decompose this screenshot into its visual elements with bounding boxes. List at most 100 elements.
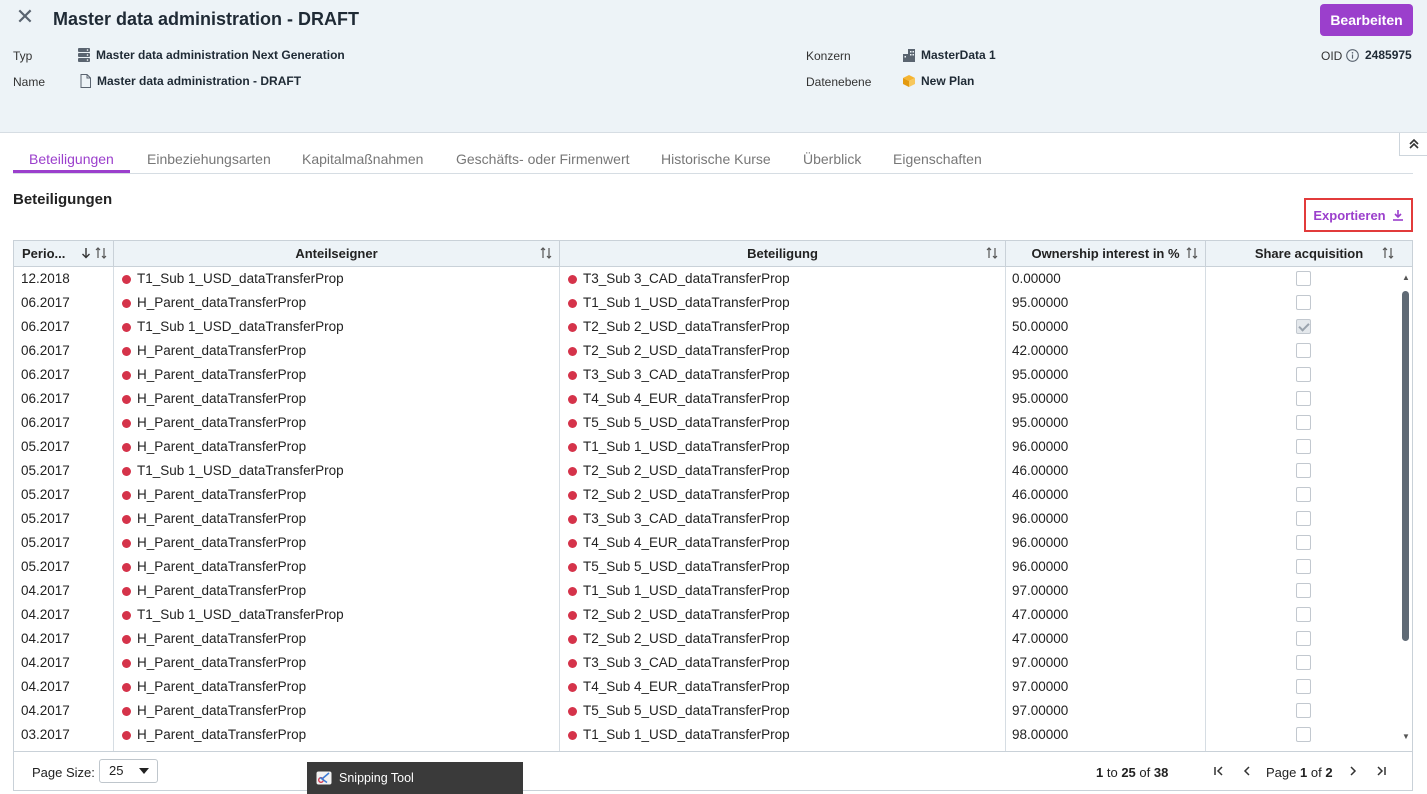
share-acquisition-checkbox[interactable] (1296, 727, 1311, 742)
share-acquisition-checkbox[interactable] (1296, 559, 1311, 574)
close-icon[interactable]: ✕ (15, 4, 35, 30)
owner-cell[interactable]: H_Parent_dataTransferProp (122, 387, 306, 411)
tab-goodwill[interactable]: Geschäfts- oder Firmenwert (456, 151, 630, 167)
table-row[interactable]: 04.2017 T1_Sub 1_USD_dataTransferProp T2_S… (14, 603, 1399, 627)
table-row[interactable]: 04.2017 H_Parent_dataTransferProp T1_Sub 1… (14, 579, 1399, 603)
share-acquisition-checkbox[interactable] (1296, 487, 1311, 502)
snipping-tool-taskbar-item[interactable]: Snipping Tool (307, 762, 523, 794)
tab-einbeziehungsarten[interactable]: Einbeziehungsarten (147, 151, 271, 167)
owner-cell[interactable]: H_Parent_dataTransferProp (122, 699, 306, 723)
table-row[interactable]: 05.2017 H_Parent_dataTransferProp T3_Sub 3… (14, 507, 1399, 531)
table-row[interactable]: 05.2017 H_Parent_dataTransferProp T5_Sub 5… (14, 555, 1399, 579)
first-page-button[interactable] (1211, 763, 1227, 779)
table-row[interactable]: 06.2017 H_Parent_dataTransferProp T5_Sub 5… (14, 411, 1399, 435)
holding-cell[interactable]: T2_Sub 2_USD_dataTransferProp (568, 603, 790, 627)
holding-cell[interactable]: T5_Sub 5_USD_dataTransferProp (568, 555, 790, 579)
holding-cell[interactable]: T1_Sub 1_USD_dataTransferProp (568, 723, 790, 747)
column-header-share-acquisition[interactable]: Share acquisition (1206, 241, 1412, 266)
holding-cell[interactable]: T2_Sub 2_USD_dataTransferProp (568, 339, 790, 363)
table-row[interactable]: 05.2017 H_Parent_dataTransferProp T1_Sub 1… (14, 435, 1399, 459)
holding-cell[interactable]: T4_Sub 4_EUR_dataTransferProp (568, 387, 790, 411)
column-sort-filter-icon[interactable] (986, 247, 998, 259)
holding-cell[interactable]: T3_Sub 3_CAD_dataTransferProp (568, 363, 790, 387)
share-acquisition-checkbox[interactable] (1296, 319, 1311, 334)
owner-cell[interactable]: T1_Sub 1_USD_dataTransferProp (122, 459, 344, 483)
holding-cell[interactable]: T1_Sub 1_USD_dataTransferProp (568, 579, 790, 603)
owner-cell[interactable]: H_Parent_dataTransferProp (122, 483, 306, 507)
share-acquisition-checkbox[interactable] (1296, 655, 1311, 670)
owner-cell[interactable]: T1_Sub 1_USD_dataTransferProp (122, 267, 344, 291)
column-sort-filter-icon[interactable] (540, 247, 552, 259)
table-row[interactable]: 04.2017 H_Parent_dataTransferProp T4_Sub 4… (14, 675, 1399, 699)
owner-cell[interactable]: H_Parent_dataTransferProp (122, 651, 306, 675)
table-row[interactable]: 04.2017 H_Parent_dataTransferProp T3_Sub 3… (14, 651, 1399, 675)
share-acquisition-checkbox[interactable] (1296, 679, 1311, 694)
owner-cell[interactable]: H_Parent_dataTransferProp (122, 723, 306, 747)
table-row[interactable]: 05.2017 H_Parent_dataTransferProp T2_Sub 2… (14, 483, 1399, 507)
share-acquisition-checkbox[interactable] (1296, 391, 1311, 406)
share-acquisition-checkbox[interactable] (1296, 439, 1311, 454)
owner-cell[interactable]: H_Parent_dataTransferProp (122, 435, 306, 459)
column-sort-filter-icon[interactable] (1186, 247, 1198, 259)
info-icon[interactable] (1346, 48, 1359, 62)
table-row[interactable]: 06.2017 T1_Sub 1_USD_dataTransferProp T2_S… (14, 315, 1399, 339)
share-acquisition-checkbox[interactable] (1296, 511, 1311, 526)
share-acquisition-checkbox[interactable] (1296, 463, 1311, 478)
owner-cell[interactable]: H_Parent_dataTransferProp (122, 363, 306, 387)
owner-cell[interactable]: H_Parent_dataTransferProp (122, 291, 306, 315)
owner-cell[interactable]: H_Parent_dataTransferProp (122, 675, 306, 699)
table-row[interactable]: 03.2017 H_Parent_dataTransferProp T1_Sub 1… (14, 723, 1399, 747)
owner-cell[interactable]: H_Parent_dataTransferProp (122, 411, 306, 435)
holding-cell[interactable]: T2_Sub 2_USD_dataTransferProp (568, 315, 790, 339)
column-header-anteilseigner[interactable]: Anteilseigner (114, 241, 560, 266)
holding-cell[interactable]: T3_Sub 3_CAD_dataTransferProp (568, 651, 790, 675)
table-row[interactable]: 06.2017 H_Parent_dataTransferProp T2_Sub 2… (14, 339, 1399, 363)
next-page-button[interactable] (1345, 763, 1361, 779)
table-row[interactable]: 06.2017 H_Parent_dataTransferProp T1_Sub 1… (14, 291, 1399, 315)
tab-historische-kurse[interactable]: Historische Kurse (661, 151, 771, 167)
holding-cell[interactable]: T4_Sub 4_EUR_dataTransferProp (568, 531, 790, 555)
owner-cell[interactable]: H_Parent_dataTransferProp (122, 555, 306, 579)
share-acquisition-checkbox[interactable] (1296, 415, 1311, 430)
tab-kapitalmassnahmen[interactable]: Kapitalmaßnahmen (302, 151, 423, 167)
share-acquisition-checkbox[interactable] (1296, 703, 1311, 718)
owner-cell[interactable]: H_Parent_dataTransferProp (122, 531, 306, 555)
scroll-down-icon[interactable]: ▼ (1401, 732, 1411, 742)
owner-cell[interactable]: H_Parent_dataTransferProp (122, 507, 306, 531)
holding-cell[interactable]: T4_Sub 4_EUR_dataTransferProp (568, 675, 790, 699)
previous-page-button[interactable] (1239, 763, 1255, 779)
owner-cell[interactable]: T1_Sub 1_USD_dataTransferProp (122, 315, 344, 339)
table-row[interactable]: 06.2017 H_Parent_dataTransferProp T4_Sub 4… (14, 387, 1399, 411)
page-size-select[interactable]: 25 (99, 759, 158, 783)
owner-cell[interactable]: H_Parent_dataTransferProp (122, 579, 306, 603)
table-row[interactable]: 04.2017 H_Parent_dataTransferProp T2_Sub 2… (14, 627, 1399, 651)
export-button[interactable]: Exportieren (1304, 198, 1413, 232)
share-acquisition-checkbox[interactable] (1296, 631, 1311, 646)
last-page-button[interactable] (1373, 763, 1389, 779)
holding-cell[interactable]: T2_Sub 2_USD_dataTransferProp (568, 459, 790, 483)
share-acquisition-checkbox[interactable] (1296, 343, 1311, 358)
scroll-up-icon[interactable]: ▲ (1401, 273, 1411, 283)
table-row[interactable]: 06.2017 H_Parent_dataTransferProp T3_Sub 3… (14, 363, 1399, 387)
edit-button[interactable]: Bearbeiten (1320, 4, 1413, 36)
share-acquisition-checkbox[interactable] (1296, 295, 1311, 310)
scrollbar-thumb[interactable] (1402, 291, 1409, 641)
sort-desc-icon[interactable] (80, 247, 92, 259)
column-header-ownership[interactable]: Ownership interest in % (1006, 241, 1206, 266)
holding-cell[interactable]: T3_Sub 3_CAD_dataTransferProp (568, 507, 790, 531)
tab-ueberblick[interactable]: Überblick (803, 151, 861, 167)
table-row[interactable]: 12.2018 T1_Sub 1_USD_dataTransferProp T3_S… (14, 267, 1399, 291)
tab-beteiligungen[interactable]: Beteiligungen (29, 151, 114, 167)
owner-cell[interactable]: T1_Sub 1_USD_dataTransferProp (122, 603, 344, 627)
share-acquisition-checkbox[interactable] (1296, 583, 1311, 598)
holding-cell[interactable]: T3_Sub 3_CAD_dataTransferProp (568, 267, 790, 291)
column-sort-filter-icon[interactable] (1382, 247, 1394, 259)
column-header-beteiligung[interactable]: Beteiligung (560, 241, 1006, 266)
vertical-scrollbar[interactable]: ▲ ▼ (1400, 267, 1412, 751)
share-acquisition-checkbox[interactable] (1296, 367, 1311, 382)
table-row[interactable]: 04.2017 H_Parent_dataTransferProp T5_Sub 5… (14, 699, 1399, 723)
tab-eigenschaften[interactable]: Eigenschaften (893, 151, 982, 167)
holding-cell[interactable]: T5_Sub 5_USD_dataTransferProp (568, 699, 790, 723)
column-header-period[interactable]: Perio... (14, 241, 114, 266)
owner-cell[interactable]: H_Parent_dataTransferProp (122, 627, 306, 651)
